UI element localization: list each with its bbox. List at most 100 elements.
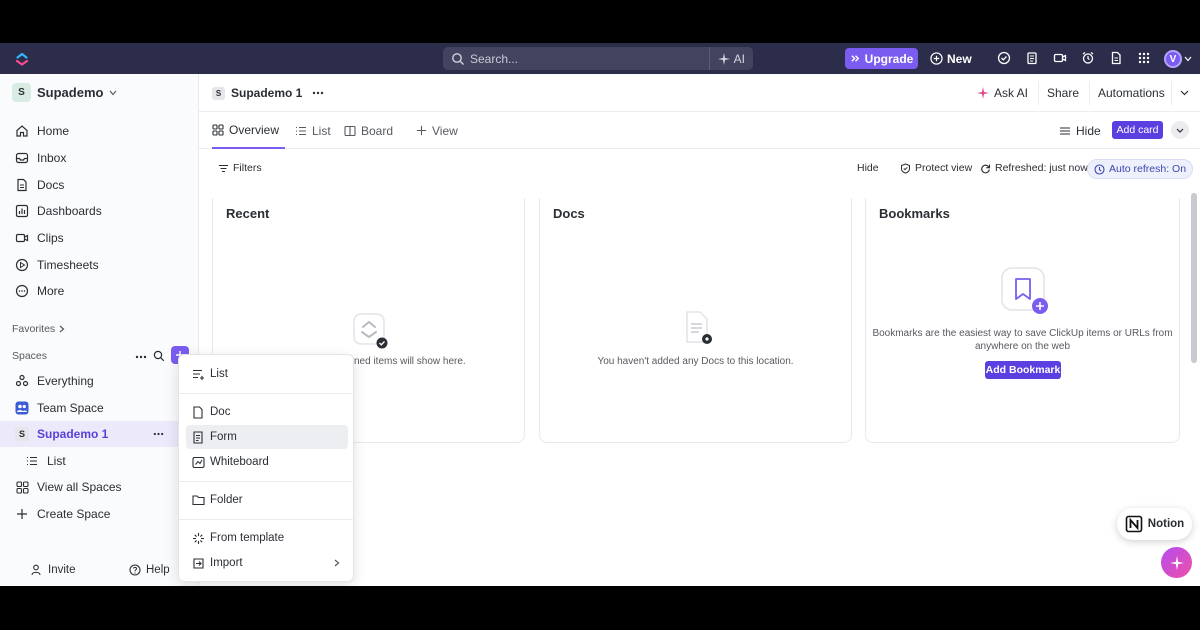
hide-tabs-button[interactable]: Hide — [1059, 112, 1101, 149]
sidebar-item-docs[interactable]: Docs — [0, 172, 199, 198]
list-icon — [191, 367, 205, 381]
favorites-header[interactable]: Favorites — [12, 323, 65, 335]
sidebar-item-supademo-1[interactable]: S Supademo 1 — [0, 421, 199, 447]
workspace-name: Supademo — [37, 85, 104, 100]
search-icon[interactable] — [153, 350, 165, 362]
invite-button[interactable]: Invite — [31, 564, 76, 576]
add-bookmark-button[interactable]: Add Bookmark — [985, 361, 1061, 379]
share-button[interactable]: Share — [1038, 81, 1087, 105]
help-label: Help — [146, 564, 170, 576]
overview-icon — [212, 123, 224, 136]
top-bar: Search... AI Upgrade New V — [0, 43, 1200, 74]
hide-button[interactable]: Hide — [857, 162, 879, 174]
sliders-icon — [1060, 126, 1070, 135]
protect-view-button[interactable]: Protect view — [900, 162, 972, 174]
workspace-badge: S — [12, 83, 31, 102]
tab-board[interactable]: Board — [344, 112, 393, 149]
spaces-label: Spaces — [12, 350, 48, 362]
apps-grid-icon[interactable] — [1137, 51, 1151, 65]
ellipsis-icon[interactable] — [312, 91, 324, 95]
scrollbar[interactable] — [1191, 193, 1197, 363]
sidebar-item-more[interactable]: More — [0, 278, 199, 304]
tab-list[interactable]: List — [295, 112, 331, 149]
menu-item-form[interactable]: Form — [186, 425, 348, 449]
breadcrumb[interactable]: S Supademo 1 — [212, 86, 324, 100]
chevron-down-icon[interactable] — [1184, 56, 1192, 62]
menu-item-list[interactable]: List — [186, 362, 348, 386]
notepad-icon[interactable] — [1025, 51, 1039, 65]
create-menu: List Doc Form Whiteboard Folder From tem… — [178, 354, 355, 582]
folder-icon — [191, 493, 205, 507]
docs-icon — [15, 178, 29, 192]
spaces-header: Spaces — [12, 350, 47, 362]
chevron-down-icon — [1180, 90, 1189, 96]
list-icon — [25, 454, 39, 468]
card-title: Recent — [226, 206, 270, 221]
sidebar-item-clips[interactable]: Clips — [0, 225, 199, 251]
sidebar-item-create-space[interactable]: Create Space — [0, 501, 199, 527]
clickup-logo-icon[interactable] — [14, 51, 30, 67]
sidebar-item-timesheets[interactable]: Timesheets — [0, 252, 199, 278]
tab-label: View — [432, 123, 458, 138]
doc-icon — [191, 405, 205, 419]
sidebar-item-everything[interactable]: Everything — [0, 368, 199, 394]
card-title: Docs — [553, 206, 585, 221]
check-circle-icon[interactable] — [997, 51, 1011, 65]
sidebar-item-label: View all Spaces — [37, 480, 122, 494]
tab-label: Overview — [229, 122, 280, 137]
collapse-button[interactable] — [1171, 121, 1189, 139]
menu-item-from-template[interactable]: From template — [186, 526, 348, 550]
docs-empty-icon — [686, 311, 712, 344]
sidebar-item-label: Supademo 1 — [37, 427, 109, 441]
ai-label: AI — [733, 51, 745, 66]
sidebar-item-label: Dashboards — [37, 204, 102, 218]
document-icon[interactable] — [1109, 51, 1123, 65]
ellipsis-icon[interactable] — [153, 432, 164, 436]
tab-add-view[interactable]: View — [416, 112, 458, 149]
ai-assistant-fab[interactable] — [1161, 547, 1192, 578]
video-icon[interactable] — [1053, 51, 1067, 65]
sidebar-item-dashboards[interactable]: Dashboards — [0, 198, 199, 224]
ellipsis-icon[interactable] — [135, 355, 147, 359]
auto-refresh-toggle[interactable]: Auto refresh: On — [1087, 159, 1194, 179]
docs-card: Docs You haven't added any Docs to this … — [539, 198, 852, 443]
invite-label: Invite — [48, 564, 76, 576]
upgrade-button[interactable]: Upgrade — [845, 48, 918, 69]
menu-item-doc[interactable]: Doc — [186, 400, 348, 424]
everything-icon — [15, 374, 29, 388]
dashboards-icon — [15, 204, 29, 218]
sidebar-item-list[interactable]: List — [0, 448, 199, 474]
add-card-button[interactable]: Add card — [1112, 121, 1163, 139]
search-bar[interactable]: Search... AI — [443, 47, 753, 70]
user-avatar[interactable]: V — [1164, 50, 1182, 68]
tab-overview[interactable]: Overview — [212, 112, 286, 149]
menu-item-folder[interactable]: Folder — [186, 488, 348, 512]
filters-button[interactable]: Filters — [218, 162, 262, 174]
sidebar-item-view-all-spaces[interactable]: View all Spaces — [0, 474, 199, 500]
sidebar-item-inbox[interactable]: Inbox — [0, 145, 199, 171]
sidebar-item-label: Timesheets — [37, 258, 99, 272]
sidebar-item-home[interactable]: Home — [0, 118, 199, 144]
notion-badge[interactable]: Notion — [1117, 508, 1192, 540]
sidebar-item-label: Everything — [37, 374, 94, 388]
notion-logo-icon — [1125, 515, 1143, 533]
new-button[interactable]: New — [930, 48, 972, 69]
docs-empty-text: You haven't added any Docs to this locat… — [597, 356, 794, 367]
sidebar-item-team-space[interactable]: Team Space — [0, 395, 199, 421]
sidebar-item-label: List — [47, 454, 66, 468]
workspace-switcher[interactable]: S Supademo — [12, 83, 117, 102]
ask-ai-button[interactable]: Ask AI — [969, 81, 1036, 105]
search-icon — [451, 52, 465, 66]
header-more-button[interactable] — [1171, 81, 1197, 105]
help-button[interactable]: Help — [129, 564, 170, 576]
ai-button[interactable]: AI — [708, 47, 753, 70]
automations-button[interactable]: Automations — [1089, 81, 1173, 105]
sidebar-item-label: Inbox — [37, 151, 67, 165]
form-icon — [191, 430, 205, 444]
refresh-button[interactable]: Refreshed: just now — [980, 162, 1088, 174]
sidebar: S Supademo Home Inbox Docs Dashboards Cl… — [0, 74, 199, 586]
menu-item-label: Doc — [210, 406, 231, 418]
alarm-clock-icon[interactable] — [1081, 51, 1095, 65]
menu-item-import[interactable]: Import — [186, 551, 348, 575]
menu-item-whiteboard[interactable]: Whiteboard — [186, 450, 348, 474]
